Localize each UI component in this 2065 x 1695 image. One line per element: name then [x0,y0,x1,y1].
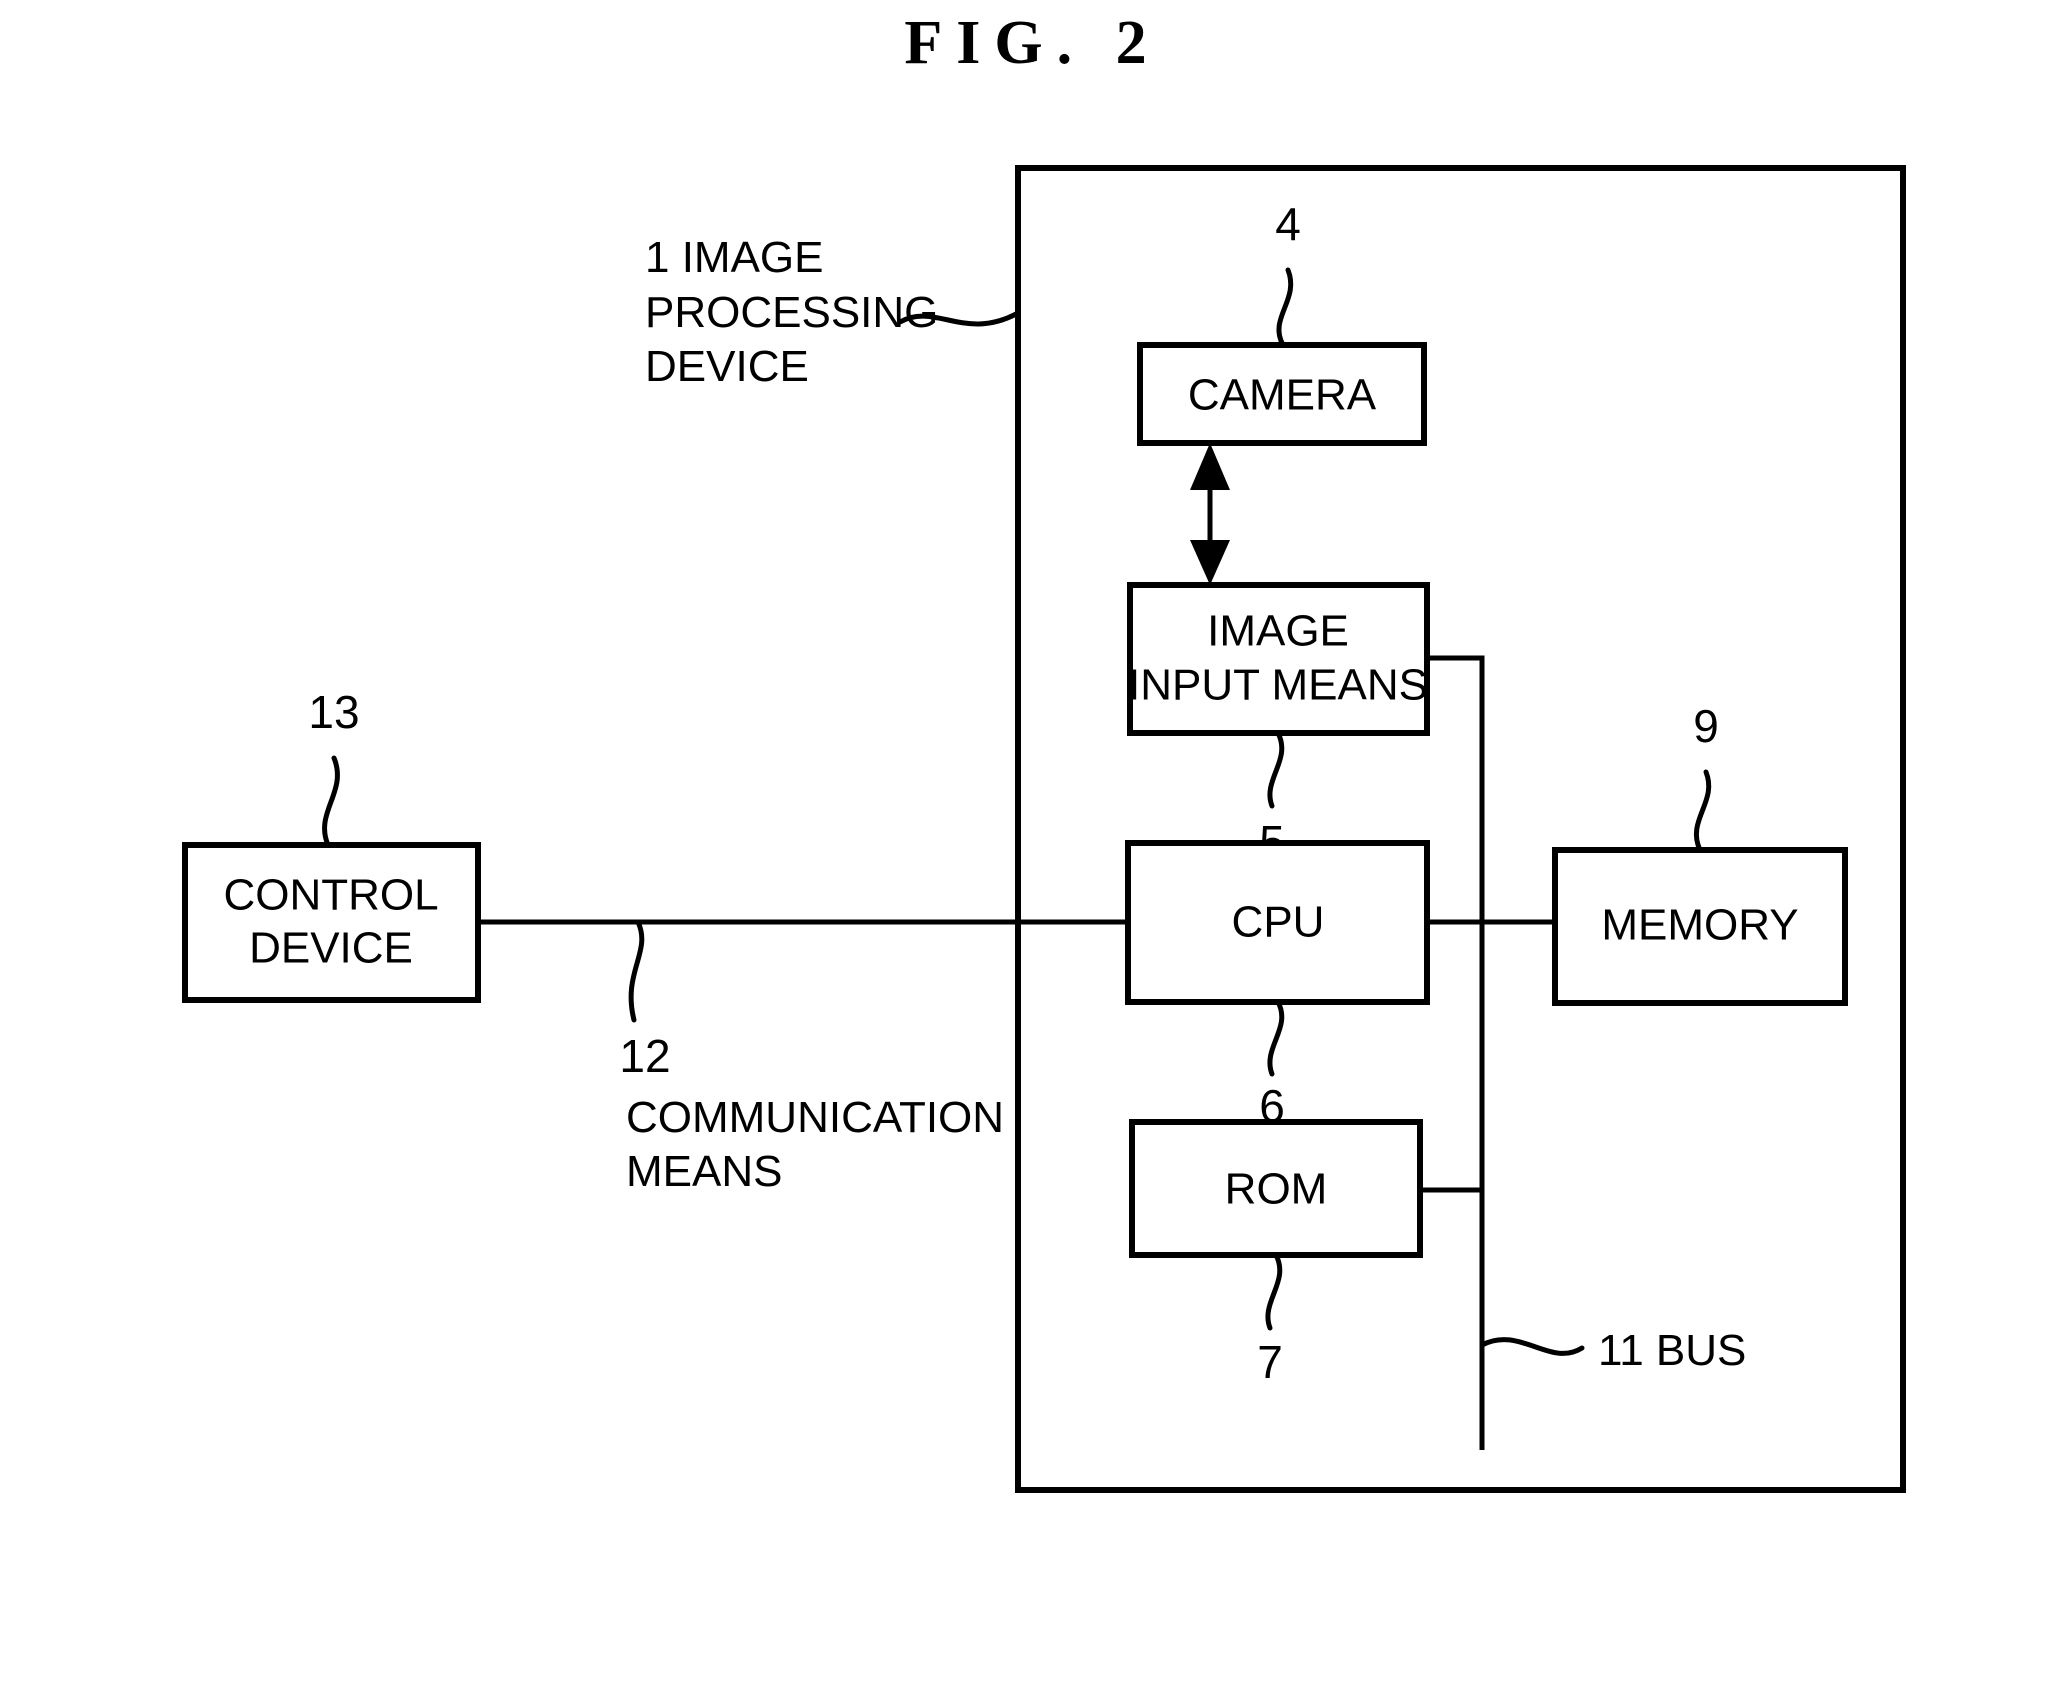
ref-number-communication-means: 12 [619,1030,670,1082]
ref-number-memory: 9 [1693,700,1719,752]
leader-line-image-input-means [1267,730,1285,809]
ref-number-control-device: 13 [308,686,359,738]
ref-number-rom: 7 [1257,1336,1283,1388]
leader-line-rom [1265,1252,1283,1331]
control-device-label-line1: CONTROL [223,871,438,920]
leader-line-memory [1693,769,1712,853]
image-input-means-label-line1: IMAGE [1207,607,1349,656]
leader-line-bus [1479,1337,1585,1356]
image-processing-device-label-line2: PROCESSING [645,288,938,337]
image-processing-device-label-line1: 1 IMAGE [645,233,824,282]
communication-means-label-line1: COMMUNICATION [626,1093,1004,1142]
image-processing-device-label-line3: DEVICE [645,342,809,391]
patent-figure-page: FIG. 2 CAMERA 4 IMAGE INPUT MEANS 5 CPU … [0,0,2065,1695]
arrowhead-down [1190,540,1230,585]
image-input-bus-connector [1427,655,1485,1450]
communication-means-label-line2: MEANS [626,1147,782,1196]
cpu-box-label: CPU [1232,898,1325,947]
image-input-means-label-line2: INPUT MEANS [1128,661,1428,710]
control-device-label-line2: DEVICE [249,924,413,973]
leader-line-cpu [1267,999,1285,1077]
arrowhead-up [1190,443,1230,490]
control-device-box [182,842,481,1003]
bus-annotation: 11 BUS [1598,1326,1746,1375]
camera-box-label: CAMERA [1188,371,1377,420]
rom-box-label: ROM [1225,1165,1328,1214]
memory-box-label: MEMORY [1601,901,1798,950]
leader-line-communication-means [628,919,645,1023]
leader-line-camera [1276,267,1294,348]
ref-number-camera: 4 [1275,198,1301,250]
leader-line-control-device [322,755,340,848]
block-diagram: CAMERA 4 IMAGE INPUT MEANS 5 CPU 6 ROM 7 [182,165,1906,1493]
